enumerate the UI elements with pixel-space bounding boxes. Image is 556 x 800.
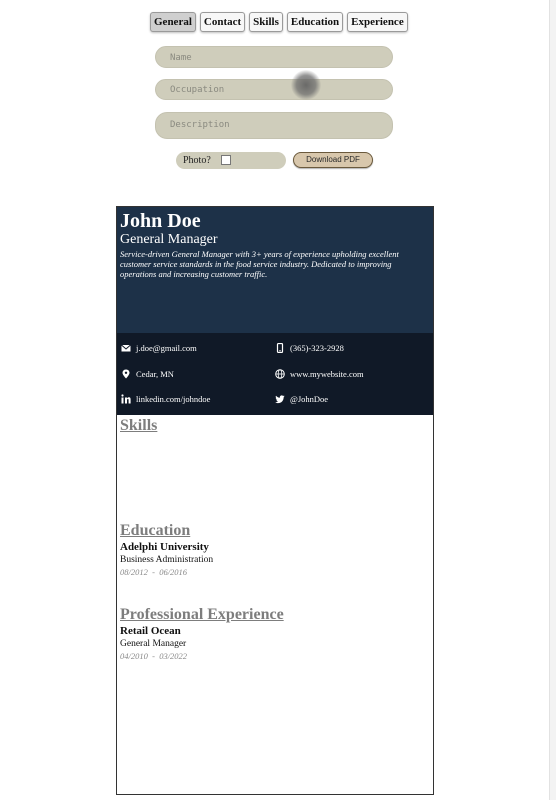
download-pdf-button[interactable]: Download PDF — [293, 152, 373, 168]
tab-general[interactable]: General — [150, 12, 196, 32]
tab-bar: General Contact Skills Education Experie… — [150, 12, 408, 32]
description-input[interactable]: Description — [155, 112, 393, 139]
experience-dates: 04/2010 - 03/2022 — [120, 651, 188, 661]
photo-toggle[interactable]: Photo? — [176, 152, 286, 169]
photo-checkbox[interactable] — [221, 155, 231, 165]
name-input[interactable]: Name — [155, 46, 393, 68]
linkedin-icon — [121, 394, 131, 404]
contact-phone-text: (365)-323-2928 — [290, 343, 344, 353]
education-dates: 08/2012 - 06/2016 — [120, 567, 188, 577]
globe-icon — [275, 369, 285, 379]
location-pin-icon — [122, 369, 130, 379]
mail-icon — [121, 344, 131, 352]
twitter-icon — [275, 395, 285, 404]
resume-preview: John Doe General Manager Service-driven … — [116, 206, 434, 795]
photo-label: Photo? — [183, 155, 211, 166]
skills-heading: Skills — [120, 417, 158, 434]
contact-linkedin-text[interactable]: linkedin.com/johndoe — [136, 393, 210, 405]
tab-contact[interactable]: Contact — [199, 12, 246, 32]
resume-occupation: General Manager — [120, 232, 218, 247]
scrollbar-track[interactable] — [549, 0, 556, 800]
contact-website-text[interactable]: www.mywebsite.com — [290, 368, 364, 380]
tab-education[interactable]: Education — [286, 12, 344, 32]
mouse-cursor-indicator — [291, 70, 321, 100]
contact-location-text: Cedar, MN — [136, 369, 174, 379]
experience-company: Retail Ocean — [120, 625, 181, 637]
resume-name: John Doe — [120, 210, 201, 232]
resume-header: John Doe General Manager Service-driven … — [117, 207, 433, 333]
contact-email-text: j.doe@gmail.com — [136, 343, 197, 353]
resume-contact: j.doe@gmail.com (365)-323-2928 Cedar, MN… — [117, 333, 433, 415]
education-school: Adelphi University — [120, 541, 209, 553]
phone-icon — [276, 343, 284, 353]
experience-title: General Manager — [120, 639, 187, 649]
occupation-input[interactable]: Occupation — [155, 79, 393, 100]
experience-heading: Professional Experience — [120, 606, 284, 623]
resume-description: Service-driven General Manager with 3+ y… — [120, 249, 399, 279]
tab-experience[interactable]: Experience — [347, 12, 408, 32]
tab-skills[interactable]: Skills — [249, 12, 283, 32]
education-degree: Business Administration — [120, 555, 214, 565]
contact-twitter-text[interactable]: @JohnDoe — [290, 393, 328, 405]
education-heading: Education — [120, 522, 191, 539]
